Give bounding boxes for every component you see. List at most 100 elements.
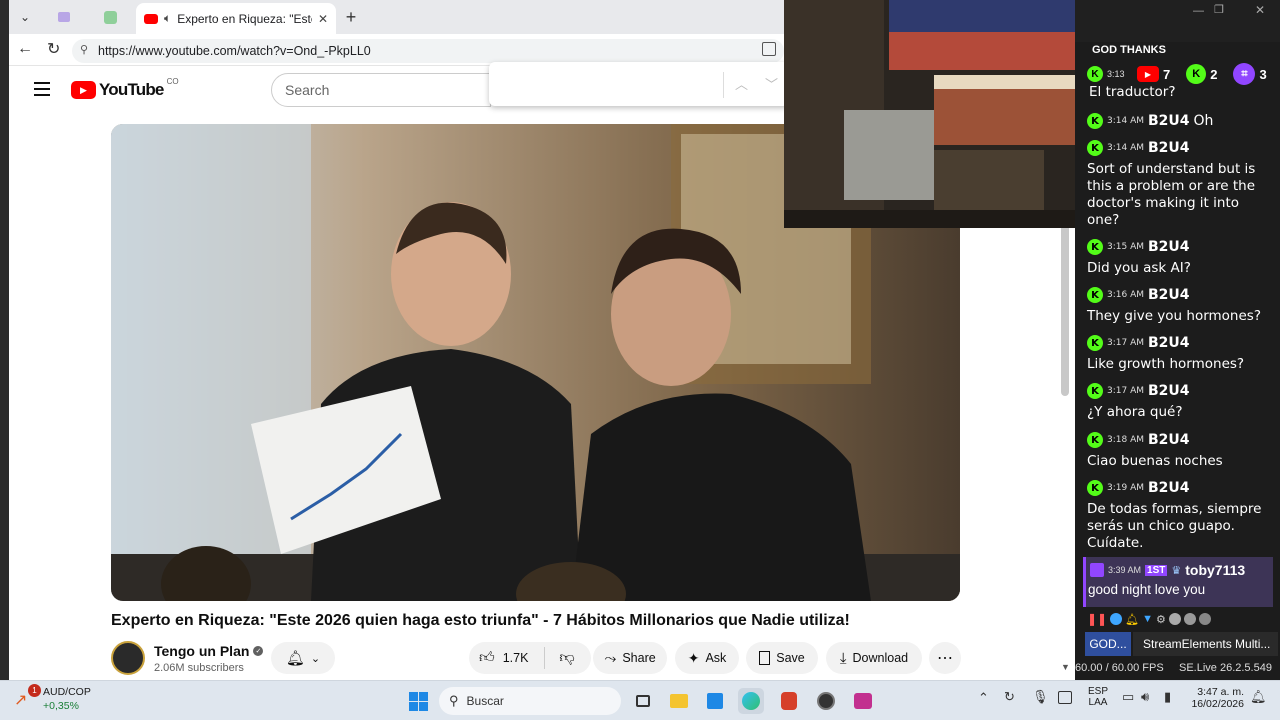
find-next-icon[interactable]: ﹀ bbox=[765, 74, 778, 93]
divider bbox=[544, 647, 546, 669]
chat-username[interactable]: B2U4 bbox=[1148, 480, 1190, 496]
close-icon[interactable]: ✕ bbox=[1255, 3, 1265, 17]
store-icon[interactable] bbox=[702, 688, 728, 714]
microphone-icon[interactable]: 🎙︎ bbox=[1032, 689, 1049, 705]
network-icon[interactable]: ▭ bbox=[1122, 689, 1134, 705]
chat-username[interactable]: B2U4 bbox=[1148, 239, 1190, 255]
emote-icon[interactable] bbox=[1198, 613, 1211, 625]
sync-icon[interactable]: ↻ bbox=[1004, 689, 1015, 705]
stock-widget-icon[interactable]: ↗ 1 bbox=[14, 684, 41, 710]
emoji-icon[interactable] bbox=[1110, 613, 1123, 625]
like-button[interactable]: 👍︎ 1.7K bbox=[479, 649, 528, 667]
menu-icon[interactable] bbox=[34, 82, 50, 96]
back-arrow-icon[interactable]: ← bbox=[17, 40, 33, 58]
clock-time: 3:47 a. m. bbox=[1197, 686, 1244, 698]
youtube-favicon-icon bbox=[144, 13, 158, 24]
chat-username[interactable]: B2U4 bbox=[1148, 383, 1190, 399]
chat-message-text: They give you hormones? bbox=[1087, 308, 1261, 324]
pinned-tab-camera[interactable] bbox=[53, 7, 75, 27]
kick-badge-icon: K bbox=[1087, 66, 1103, 82]
chat-username[interactable]: toby7113 bbox=[1185, 562, 1245, 578]
tab-streamelements[interactable]: StreamElements Multi... bbox=[1133, 632, 1278, 656]
download-button[interactable]: ⤓ Download bbox=[826, 642, 922, 674]
close-tab-icon[interactable]: ✕ bbox=[318, 12, 328, 26]
notifications-icon[interactable]: 🔔︎ bbox=[1250, 689, 1267, 705]
chat-username[interactable]: B2U4 bbox=[1148, 287, 1190, 303]
chat-username[interactable]: B2U4 bbox=[1148, 335, 1190, 351]
channel-avatar[interactable] bbox=[111, 641, 145, 675]
share-button[interactable]: ⤳ Share bbox=[593, 642, 667, 674]
share-label: Share bbox=[622, 651, 656, 665]
volume-icon[interactable]: 🔊︎ bbox=[1141, 689, 1149, 705]
more-actions-button[interactable]: ⋯ bbox=[929, 642, 961, 674]
split-view-icon[interactable] bbox=[762, 42, 776, 56]
url-field[interactable]: ⚲ https://www.youtube.com/watch?v=Ond_-P… bbox=[72, 39, 784, 63]
file-explorer-icon[interactable] bbox=[666, 688, 692, 714]
tab-list-chevron-icon[interactable]: ⌄ bbox=[13, 6, 37, 28]
battery-icon[interactable]: ▮ bbox=[1164, 689, 1171, 705]
viewer-count-overlay: ▶ 7 K 2 ⌗ 3 bbox=[1137, 62, 1279, 86]
webcam-overlay bbox=[784, 0, 1075, 228]
chat-message: K 3:15 AM B2U4 Did you ask AI? bbox=[1087, 238, 1275, 277]
emote-icon[interactable] bbox=[1183, 613, 1196, 625]
obs-icon[interactable] bbox=[813, 688, 839, 714]
app-icon[interactable] bbox=[850, 688, 876, 714]
speaker-icon[interactable]: 🔈︎ bbox=[164, 11, 171, 26]
chat-time: 3:17 AM bbox=[1107, 338, 1144, 348]
brave-icon[interactable] bbox=[776, 688, 802, 714]
thumbs-down-icon[interactable]: 👎︎ bbox=[559, 649, 574, 667]
new-tab-button[interactable]: + bbox=[339, 6, 363, 28]
search-input[interactable]: Search bbox=[271, 73, 491, 107]
clock[interactable]: 3:47 a. m. 16/02/2026 bbox=[1188, 686, 1244, 710]
ask-button[interactable]: ✦ Ask bbox=[675, 642, 739, 674]
minimize-icon[interactable]: — bbox=[1193, 5, 1204, 17]
taskbar-search[interactable]: ⚲ Buscar bbox=[439, 687, 621, 715]
pinned-tab-green[interactable] bbox=[99, 7, 121, 27]
reload-icon[interactable]: ↻ bbox=[47, 39, 60, 59]
kick-badge-icon: K bbox=[1087, 239, 1103, 255]
download-icon: ⤓ bbox=[839, 649, 847, 667]
chevron-up-icon[interactable]: ⌃ bbox=[978, 690, 989, 706]
filter-icon[interactable]: ▼ bbox=[1142, 613, 1153, 625]
chat-username[interactable]: B2U4 bbox=[1148, 113, 1190, 129]
chat-message-text: Did you ask AI? bbox=[1087, 260, 1191, 276]
pause-icon[interactable]: ❚❚ bbox=[1087, 612, 1107, 626]
search-label: Buscar bbox=[466, 694, 504, 708]
save-button[interactable]: Save bbox=[746, 642, 818, 674]
channel-name-row[interactable]: Tengo un Plan ✓ bbox=[154, 643, 264, 659]
twitch-viewer-count: 3 bbox=[1259, 66, 1267, 82]
site-info-icon[interactable]: ⚲ bbox=[80, 43, 88, 56]
chat-message-text: Oh bbox=[1193, 113, 1214, 129]
camera-icon bbox=[58, 12, 70, 22]
tab-god[interactable]: GOD... bbox=[1085, 632, 1131, 656]
find-in-page-popup: ︿ ﹀ bbox=[489, 62, 789, 106]
subscribe-notifications-button[interactable]: 🔔︎ ⌄ bbox=[271, 642, 335, 674]
scroll-down-arrow-icon[interactable]: ▼ bbox=[1061, 662, 1070, 672]
chevron-down-icon: ⌄ bbox=[310, 652, 321, 665]
windows-logo-icon bbox=[408, 691, 428, 711]
start-button[interactable] bbox=[405, 688, 431, 714]
ticker-symbol[interactable]: AUD/COP bbox=[43, 686, 91, 698]
edge-browser-icon[interactable] bbox=[738, 688, 764, 714]
chat-username[interactable]: B2U4 bbox=[1148, 432, 1190, 448]
chat-username[interactable]: B2U4 bbox=[1148, 140, 1190, 156]
chat-time: 3:16 AM bbox=[1107, 290, 1144, 300]
task-view-icon[interactable] bbox=[630, 688, 656, 714]
chart-arrow-icon: ↗ bbox=[14, 692, 28, 709]
chat-window-titlebar: — ❐ ✕ bbox=[1075, 0, 1280, 42]
search-icon: ⚲ bbox=[449, 693, 459, 708]
download-label: Download bbox=[852, 651, 909, 665]
bell-icon[interactable]: 🔔︎ bbox=[1125, 613, 1139, 626]
channel-name[interactable]: Tengo un Plan bbox=[154, 643, 249, 659]
find-previous-icon[interactable]: ︿ bbox=[735, 74, 748, 93]
screen-icon[interactable] bbox=[1058, 691, 1072, 704]
save-label: Save bbox=[776, 651, 805, 665]
emote-icon[interactable] bbox=[1168, 613, 1181, 625]
settings-icon[interactable]: ⚙ bbox=[1156, 613, 1166, 626]
like-count: 1.7K bbox=[502, 651, 529, 665]
clock-date: 16/02/2026 bbox=[1191, 698, 1244, 710]
restore-icon[interactable]: ❐ bbox=[1214, 3, 1224, 16]
tab-youtube-active[interactable]: 🔈︎ Experto en Riqueza: "Este 202 ✕ bbox=[136, 3, 336, 34]
youtube-logo[interactable]: ▶ YouTube CO bbox=[71, 77, 179, 100]
language-indicator[interactable]: ESP LAA bbox=[1088, 686, 1108, 708]
